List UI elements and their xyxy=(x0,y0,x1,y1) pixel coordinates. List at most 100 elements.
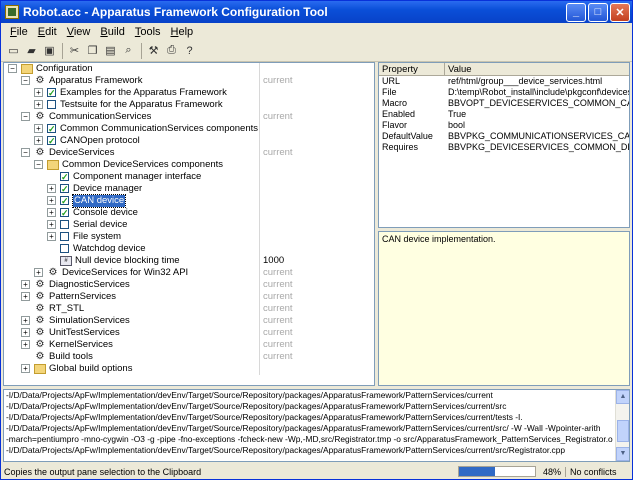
tree-row[interactable]: + DiagnosticServices current xyxy=(4,279,374,291)
checkbox[interactable]: ✓ xyxy=(60,184,69,194)
tree-row[interactable]: + KernelServices current xyxy=(4,339,374,351)
tree-item-label[interactable]: Common CommunicationServices components xyxy=(60,123,258,135)
save-icon[interactable]: ▣ xyxy=(41,42,58,59)
expand-icon[interactable]: + xyxy=(34,100,43,109)
expand-icon[interactable]: + xyxy=(21,364,30,373)
collapse-icon[interactable]: − xyxy=(21,112,30,121)
tree-item-label[interactable]: CommunicationServices xyxy=(49,111,151,123)
property-row[interactable]: Requires BBVPKG_DEVICESERVICES_COMMON_DEV… xyxy=(379,142,629,153)
expand-icon[interactable]: + xyxy=(34,268,43,277)
tree-row[interactable]: − Common DeviceServices components xyxy=(4,159,374,171)
property-grid[interactable]: Property Value URL ref/html/group___devic… xyxy=(378,62,630,228)
property-row[interactable]: Enabled True xyxy=(379,109,629,120)
tree-row[interactable]: # Null device blocking time 1000 xyxy=(4,255,374,267)
tree-item-label[interactable]: DiagnosticServices xyxy=(49,279,130,291)
checkbox[interactable]: ✓ xyxy=(47,124,56,134)
collapse-icon[interactable]: − xyxy=(34,160,43,169)
print-icon[interactable]: ⎙ xyxy=(163,42,180,59)
property-value[interactable]: BBVOPT_DEVICESERVICES_COMMON_CANDEV... xyxy=(445,98,629,109)
property-value[interactable]: ref/html/group___device_services.html xyxy=(445,76,629,87)
expand-icon[interactable]: + xyxy=(47,220,56,229)
checkbox[interactable]: ✓ xyxy=(60,208,69,218)
title-bar[interactable]: Robot.acc - Apparatus Framework Configur… xyxy=(1,1,632,23)
checkbox[interactable] xyxy=(47,100,56,109)
tree-item-label[interactable]: Watchdog device xyxy=(73,243,146,255)
tree-row[interactable]: + UnitTestServices current xyxy=(4,327,374,339)
property-column-header[interactable]: Property xyxy=(379,63,445,75)
configuration-tree[interactable]: −Configuration−Apparatus Frameworkcurren… xyxy=(3,62,375,386)
expand-icon[interactable]: + xyxy=(21,328,30,337)
checkbox[interactable]: ✓ xyxy=(60,172,69,182)
copy-icon[interactable]: ❐ xyxy=(84,42,101,59)
expand-icon[interactable]: + xyxy=(21,280,30,289)
help-icon[interactable]: ? xyxy=(181,42,198,59)
tree-item-label[interactable]: PatternServices xyxy=(49,291,116,303)
tree-row[interactable]: − Configuration xyxy=(4,63,374,75)
tree-item-label[interactable]: Null device blocking time xyxy=(75,255,180,267)
property-value[interactable]: D:\temp\Robot_install\include\pkgconf\de… xyxy=(445,87,629,98)
tree-row[interactable]: + PatternServices current xyxy=(4,291,374,303)
tree-item-label[interactable]: Device manager xyxy=(73,183,142,195)
tree-row[interactable]: ✓ Component manager interface xyxy=(4,171,374,183)
expand-icon[interactable]: + xyxy=(47,196,56,205)
expand-icon[interactable]: + xyxy=(47,232,56,241)
checkbox[interactable] xyxy=(60,232,69,241)
maximize-button[interactable]: □ xyxy=(588,2,608,22)
value-column-header[interactable]: Value xyxy=(445,63,629,75)
property-row[interactable]: DefaultValue BBVPKG_COMMUNICATIONSERVICES… xyxy=(379,131,629,142)
tree-row[interactable]: Watchdog device xyxy=(4,243,374,255)
tree-row[interactable]: − CommunicationServices current xyxy=(4,111,374,123)
tree-row[interactable]: + File system xyxy=(4,231,374,243)
scroll-down-icon[interactable]: ▼ xyxy=(616,447,629,461)
checkbox[interactable]: ✓ xyxy=(60,196,69,206)
property-value[interactable]: BBVPKG_COMMUNICATIONSERVICES_CANOPEN xyxy=(445,131,629,142)
tree-item-value[interactable]: 1000 xyxy=(263,255,284,267)
tree-row[interactable]: + ✓ Common CommunicationServices component… xyxy=(4,123,374,135)
checkbox[interactable] xyxy=(60,220,69,229)
tree-row[interactable]: + SimulationServices current xyxy=(4,315,374,327)
expand-icon[interactable]: + xyxy=(34,136,43,145)
tree-item-label[interactable]: Configuration xyxy=(36,63,93,75)
minimize-button[interactable]: _ xyxy=(566,2,586,22)
checkbox[interactable]: ✓ xyxy=(47,136,56,146)
output-pane[interactable]: -I/D/Data/Projects/ApFw/Implementation/d… xyxy=(3,389,630,462)
tree-item-label[interactable]: Examples for the Apparatus Framework xyxy=(60,87,227,99)
tree-item-label[interactable]: CANOpen protocol xyxy=(60,135,140,147)
scroll-thumb[interactable] xyxy=(617,420,629,442)
checkbox[interactable] xyxy=(60,244,69,253)
tree-item-label[interactable]: DeviceServices for Win32 API xyxy=(62,267,188,279)
property-value[interactable]: True xyxy=(445,109,629,120)
tree-row[interactable]: + ✓ Examples for the Apparatus Framework xyxy=(4,87,374,99)
find-icon[interactable]: ⌕ xyxy=(120,42,137,59)
expand-icon[interactable]: + xyxy=(34,88,43,97)
tree-row[interactable]: − DeviceServices current xyxy=(4,147,374,159)
tree-row[interactable]: + ✓ CAN device xyxy=(4,194,374,208)
property-row[interactable]: URL ref/html/group___device_services.html xyxy=(379,76,629,87)
collapse-icon[interactable]: − xyxy=(8,64,17,73)
close-button[interactable]: ✕ xyxy=(610,2,630,22)
expand-icon[interactable]: + xyxy=(34,124,43,133)
tree-item-label[interactable]: Serial device xyxy=(73,219,127,231)
expand-icon[interactable]: + xyxy=(21,292,30,301)
expand-icon[interactable]: + xyxy=(47,184,56,193)
tree-item-label[interactable]: Apparatus Framework xyxy=(49,75,142,87)
new-icon[interactable]: ▭ xyxy=(5,42,22,59)
property-value[interactable]: bool xyxy=(445,120,629,131)
tree-item-label[interactable]: KernelServices xyxy=(49,339,113,351)
tree-row[interactable]: + DeviceServices for Win32 API current xyxy=(4,267,374,279)
tree-item-label[interactable]: Build tools xyxy=(49,351,93,363)
open-icon[interactable]: ▰ xyxy=(23,42,40,59)
tree-item-label[interactable]: Common DeviceServices components xyxy=(62,159,223,171)
menu-build[interactable]: Build xyxy=(95,26,129,38)
tree-item-label[interactable]: RT_STL xyxy=(49,303,84,315)
menu-tools[interactable]: Tools xyxy=(130,26,166,38)
tree-row[interactable]: + Serial device xyxy=(4,219,374,231)
tree-row[interactable]: + ✓ Device manager xyxy=(4,183,374,195)
tree-row[interactable]: + Testsuite for the Apparatus Framework xyxy=(4,99,374,111)
menu-file[interactable]: File xyxy=(5,26,33,38)
menu-edit[interactable]: Edit xyxy=(33,26,62,38)
tree-item-label[interactable]: Global build options xyxy=(49,363,132,375)
tree-row[interactable]: + ✓ Console device xyxy=(4,207,374,219)
tree-item-label[interactable]: UnitTestServices xyxy=(49,327,120,339)
property-value[interactable]: BBVPKG_DEVICESERVICES_COMMON_DEVICE... xyxy=(445,142,629,153)
